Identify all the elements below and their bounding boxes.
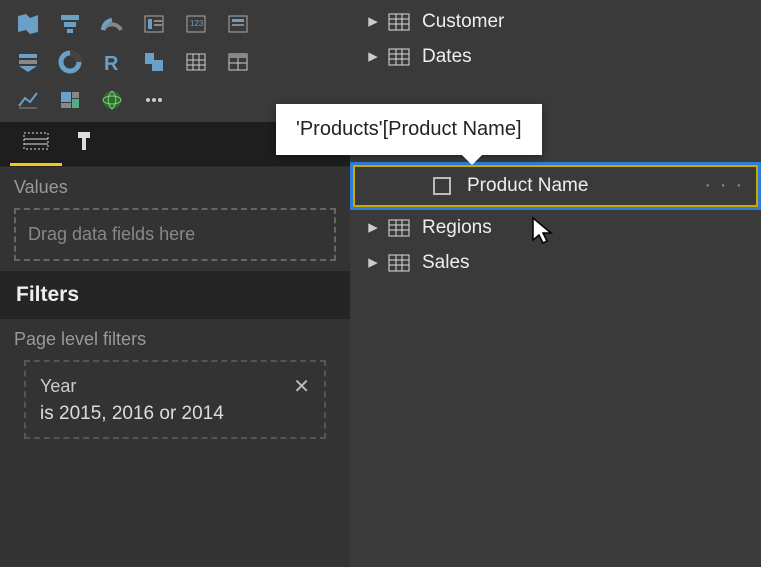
multi-card-icon[interactable] [218, 6, 258, 42]
table-label: Sales [422, 252, 470, 274]
matrix-icon[interactable] [218, 44, 258, 80]
table-icon [388, 254, 410, 272]
table-customer[interactable]: ▸ Customer [350, 4, 761, 39]
table-icon[interactable] [176, 44, 216, 80]
filter-card[interactable]: Year ✕ is 2015, 2016 or 2014 [24, 360, 326, 439]
svg-text:R: R [104, 53, 119, 74]
globe-icon[interactable] [92, 82, 132, 118]
filter-summary: is 2015, 2016 or 2014 [40, 403, 310, 425]
kpi-icon[interactable]: 123 [176, 6, 216, 42]
values-section: Values Drag data fields here [0, 167, 350, 271]
chevron-right-icon: ▸ [366, 10, 380, 33]
table-icon [388, 219, 410, 237]
r-visual-icon[interactable]: R [92, 44, 132, 80]
page-filters-section: Page level filters Year ✕ is 2015, 2016 … [0, 319, 350, 455]
table-icon [388, 48, 410, 66]
svg-text:123: 123 [190, 19, 204, 28]
checkbox[interactable] [433, 177, 451, 195]
table-label: Regions [422, 217, 492, 239]
close-icon[interactable]: ✕ [293, 374, 310, 399]
chevron-right-icon: ▸ [366, 45, 380, 68]
line-chart-icon[interactable] [8, 82, 48, 118]
more-icon[interactable]: · · · [704, 175, 744, 197]
tooltip: 'Products'[Product Name] [276, 104, 542, 155]
visualizations-panel: 123 R Values Drag data fields here Filte… [0, 0, 350, 567]
table-dates[interactable]: ▸ Dates [350, 39, 761, 74]
card-icon[interactable] [134, 6, 174, 42]
table-label: Dates [422, 46, 472, 68]
chevron-right-icon: ▸ [366, 251, 380, 274]
table-sales[interactable]: ▸ Sales [350, 245, 761, 280]
field-label: Product Name [467, 175, 588, 197]
fields-tab[interactable] [10, 122, 62, 166]
filter-field-name: Year [40, 376, 76, 397]
treemap-icon[interactable] [50, 82, 90, 118]
filled-map-icon[interactable] [8, 6, 48, 42]
shape-map-icon[interactable] [134, 44, 174, 80]
cursor-icon [530, 216, 556, 246]
donut-icon[interactable] [50, 44, 90, 80]
format-tab[interactable] [62, 122, 114, 166]
values-label: Values [14, 177, 336, 198]
slicer-icon[interactable] [8, 44, 48, 80]
filters-header[interactable]: Filters [0, 271, 350, 319]
field-product-name[interactable]: Product Name · · · [350, 162, 761, 210]
chevron-right-icon: ▸ [366, 216, 380, 239]
values-drop-zone[interactable]: Drag data fields here [14, 208, 336, 261]
funnel-icon[interactable] [50, 6, 90, 42]
page-level-filters-label: Page level filters [14, 329, 336, 350]
gauge-icon[interactable] [92, 6, 132, 42]
fields-panel: ▸ Customer ▸ Dates Index Product Name · … [350, 0, 761, 567]
more-icon[interactable] [134, 82, 174, 118]
table-label: Customer [422, 11, 504, 33]
table-icon [388, 13, 410, 31]
